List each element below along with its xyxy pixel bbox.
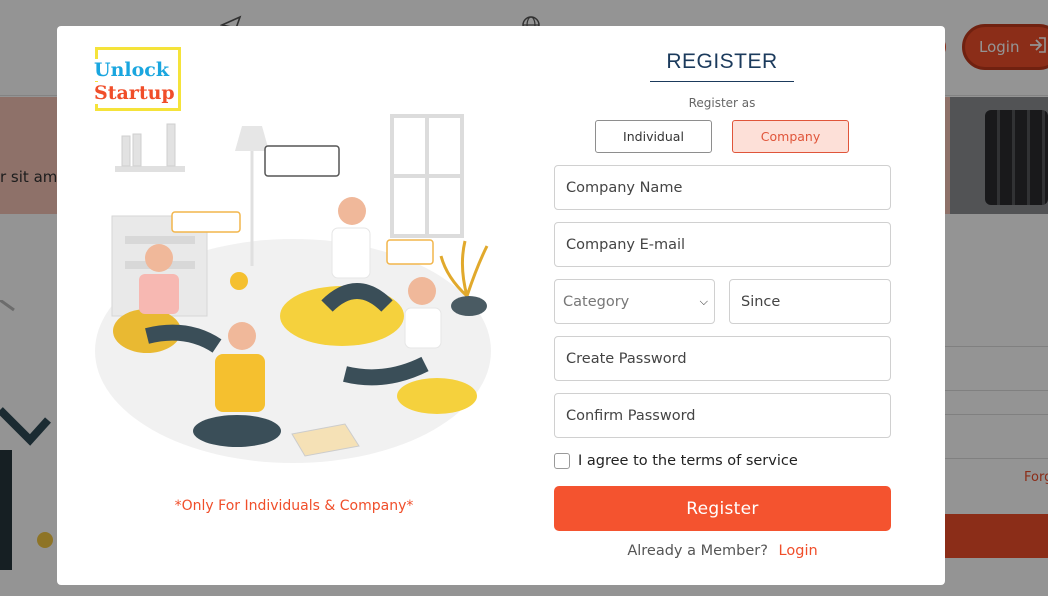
register-as-label: Register as [688,96,756,110]
confirm-password-field[interactable]: Confirm Password [554,393,891,438]
terms-row: I agree to the terms of service [554,453,798,469]
login-link[interactable]: Login [779,543,818,559]
team-meeting-illustration [95,114,491,463]
category-select-value: Category [563,293,630,310]
chevron-down-icon: ⌵ [699,294,708,308]
company-email-field[interactable]: Company E-mail [554,222,891,267]
terms-checkbox[interactable] [554,453,570,469]
register-modal: Unlock Startup *Only For Individuals & C… [57,26,945,585]
eligibility-caption: *Only For Individuals & Company* [174,498,414,514]
company-name-field[interactable]: Company Name [554,165,891,210]
form-title: REGISTER [666,50,778,73]
logo-line-1: Unlock [94,59,172,81]
register-button[interactable]: Register [554,486,891,531]
member-text: Already a Member? [627,543,768,559]
create-password-field[interactable]: Create Password [554,336,891,381]
role-individual-button[interactable]: Individual [595,120,712,153]
since-field[interactable]: Since [729,279,891,324]
member-prompt: Already a Member? Login [554,543,891,559]
terms-label: I agree to the terms of service [578,453,798,469]
logo-line-2: Startup [94,82,177,104]
title-underline [650,81,794,82]
role-company-button[interactable]: Company [732,120,849,153]
unlock-startup-logo: Unlock Startup [94,47,181,111]
category-select[interactable]: Category ⌵ [554,279,715,324]
